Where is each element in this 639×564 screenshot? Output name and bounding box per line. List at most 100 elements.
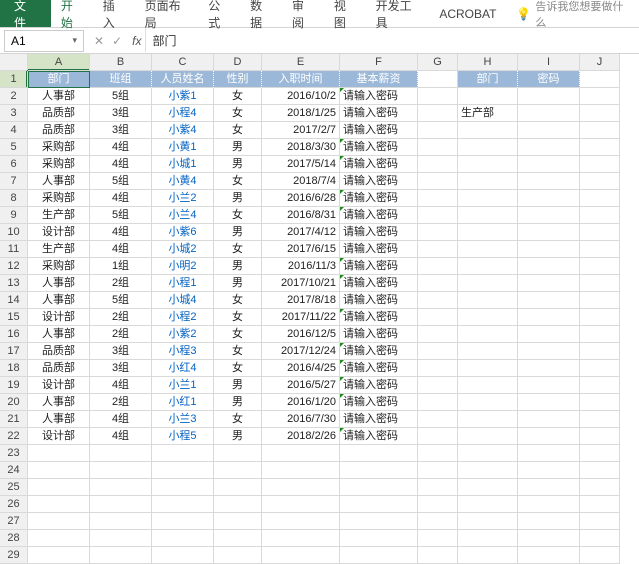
cell[interactable] xyxy=(518,105,580,122)
cell[interactable] xyxy=(458,360,518,377)
cell[interactable] xyxy=(580,411,620,428)
cell-gender[interactable]: 女 xyxy=(214,173,262,190)
cancel-icon[interactable]: ✕ xyxy=(94,34,104,48)
col-header-E[interactable]: E xyxy=(262,54,340,71)
cell-date[interactable]: 2016/10/2 xyxy=(262,88,340,105)
cell[interactable] xyxy=(28,462,90,479)
cell-date[interactable]: 2018/7/4 xyxy=(262,173,340,190)
cell-date[interactable]: 2017/4/12 xyxy=(262,224,340,241)
cell-pay[interactable]: 请输入密码 xyxy=(340,207,418,224)
cell[interactable] xyxy=(28,479,90,496)
cell-name[interactable]: 小程2 xyxy=(152,309,214,326)
cell[interactable] xyxy=(580,88,620,105)
cell[interactable] xyxy=(418,547,458,564)
cell[interactable] xyxy=(518,139,580,156)
cell[interactable] xyxy=(458,394,518,411)
cell-gender[interactable]: 女 xyxy=(214,241,262,258)
cell-team[interactable]: 2组 xyxy=(90,309,152,326)
cell-date[interactable]: 2016/5/27 xyxy=(262,377,340,394)
select-all-corner[interactable] xyxy=(0,54,28,71)
cell[interactable] xyxy=(458,445,518,462)
cell-gender[interactable]: 男 xyxy=(214,428,262,445)
cell-pay[interactable]: 请输入密码 xyxy=(340,258,418,275)
cell-name[interactable]: 小城1 xyxy=(152,156,214,173)
cell[interactable] xyxy=(418,173,458,190)
cell[interactable] xyxy=(580,462,620,479)
cell-gender[interactable]: 女 xyxy=(214,309,262,326)
cell-gender[interactable]: 男 xyxy=(214,275,262,292)
cell[interactable] xyxy=(340,479,418,496)
cell-pay[interactable]: 请输入密码 xyxy=(340,428,418,445)
cell[interactable] xyxy=(340,445,418,462)
file-tab[interactable]: 文件 xyxy=(0,0,51,27)
cell-date[interactable]: 2016/8/31 xyxy=(262,207,340,224)
cell-date[interactable]: 2017/11/22 xyxy=(262,309,340,326)
cell-pay[interactable]: 请输入密码 xyxy=(340,360,418,377)
cell-name[interactable]: 小紫6 xyxy=(152,224,214,241)
cell[interactable] xyxy=(580,258,620,275)
cell[interactable] xyxy=(418,156,458,173)
cell[interactable] xyxy=(458,173,518,190)
cell[interactable] xyxy=(28,530,90,547)
cell[interactable] xyxy=(418,513,458,530)
cell-team[interactable]: 4组 xyxy=(90,156,152,173)
cell-dept[interactable]: 设计部 xyxy=(28,309,90,326)
cell-date[interactable]: 2017/10/21 xyxy=(262,275,340,292)
cell[interactable] xyxy=(580,71,620,88)
cell[interactable] xyxy=(418,377,458,394)
cell[interactable] xyxy=(518,360,580,377)
cell-name[interactable]: 小兰1 xyxy=(152,377,214,394)
cell[interactable] xyxy=(518,530,580,547)
cell[interactable] xyxy=(580,343,620,360)
col-header-I[interactable]: I xyxy=(518,54,580,71)
cell-team[interactable]: 5组 xyxy=(90,292,152,309)
col-header-G[interactable]: G xyxy=(418,54,458,71)
header-cell[interactable]: 部门 xyxy=(458,71,518,88)
cell[interactable] xyxy=(90,479,152,496)
cell[interactable] xyxy=(418,411,458,428)
cell[interactable] xyxy=(458,479,518,496)
cell[interactable] xyxy=(580,190,620,207)
cell-date[interactable]: 2016/4/25 xyxy=(262,360,340,377)
cell-team[interactable]: 2组 xyxy=(90,275,152,292)
header-cell[interactable]: 基本薪资 xyxy=(340,71,418,88)
cell-name[interactable]: 小紫1 xyxy=(152,88,214,105)
cell[interactable] xyxy=(418,207,458,224)
cell[interactable] xyxy=(418,530,458,547)
cell[interactable] xyxy=(580,445,620,462)
cell-team[interactable]: 5组 xyxy=(90,173,152,190)
cell[interactable] xyxy=(458,428,518,445)
cell[interactable] xyxy=(458,241,518,258)
cell-name[interactable]: 小黄4 xyxy=(152,173,214,190)
cell[interactable] xyxy=(418,190,458,207)
cell-name[interactable]: 小兰4 xyxy=(152,207,214,224)
cell[interactable] xyxy=(152,479,214,496)
cell[interactable] xyxy=(518,292,580,309)
cell[interactable] xyxy=(214,445,262,462)
cell-team[interactable]: 3组 xyxy=(90,343,152,360)
cell[interactable] xyxy=(518,513,580,530)
row-header-28[interactable]: 28 xyxy=(0,530,28,547)
cell[interactable] xyxy=(518,190,580,207)
cell-date[interactable]: 2018/2/26 xyxy=(262,428,340,445)
cell-gender[interactable]: 男 xyxy=(214,258,262,275)
cell-date[interactable]: 2017/6/15 xyxy=(262,241,340,258)
cell[interactable] xyxy=(580,547,620,564)
cell[interactable] xyxy=(458,547,518,564)
cell[interactable] xyxy=(90,462,152,479)
cell-dept[interactable]: 生产部 xyxy=(28,241,90,258)
cell-dept[interactable]: 品质部 xyxy=(28,343,90,360)
row-header-6[interactable]: 6 xyxy=(0,156,28,173)
cell[interactable] xyxy=(518,496,580,513)
cell[interactable] xyxy=(518,377,580,394)
cell[interactable] xyxy=(580,326,620,343)
row-header-24[interactable]: 24 xyxy=(0,462,28,479)
row-header-26[interactable]: 26 xyxy=(0,496,28,513)
cell-dept[interactable]: 人事部 xyxy=(28,411,90,428)
cell[interactable] xyxy=(418,445,458,462)
cell[interactable] xyxy=(418,71,458,88)
cell-name[interactable]: 小程3 xyxy=(152,343,214,360)
cell[interactable] xyxy=(418,275,458,292)
cell-name[interactable]: 小程4 xyxy=(152,105,214,122)
cell[interactable] xyxy=(418,428,458,445)
